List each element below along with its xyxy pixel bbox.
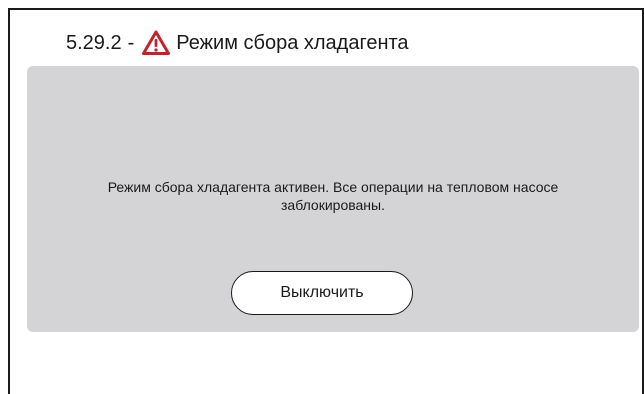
- warning-triangle-icon: [142, 30, 171, 56]
- page-header: 5.29.2 - Режим сбора хладагента: [66, 26, 409, 60]
- alert-message: Режим сбора хладагента активен. Все опер…: [107, 179, 559, 213]
- alert-panel: Режим сбора хладагента активен. Все опер…: [27, 66, 639, 332]
- menu-code: 5.29.2: [66, 31, 122, 54]
- header-separator: -: [127, 31, 135, 54]
- turn-off-button[interactable]: Выключить: [231, 271, 413, 315]
- page-title: Режим сбора хладагента: [176, 31, 409, 54]
